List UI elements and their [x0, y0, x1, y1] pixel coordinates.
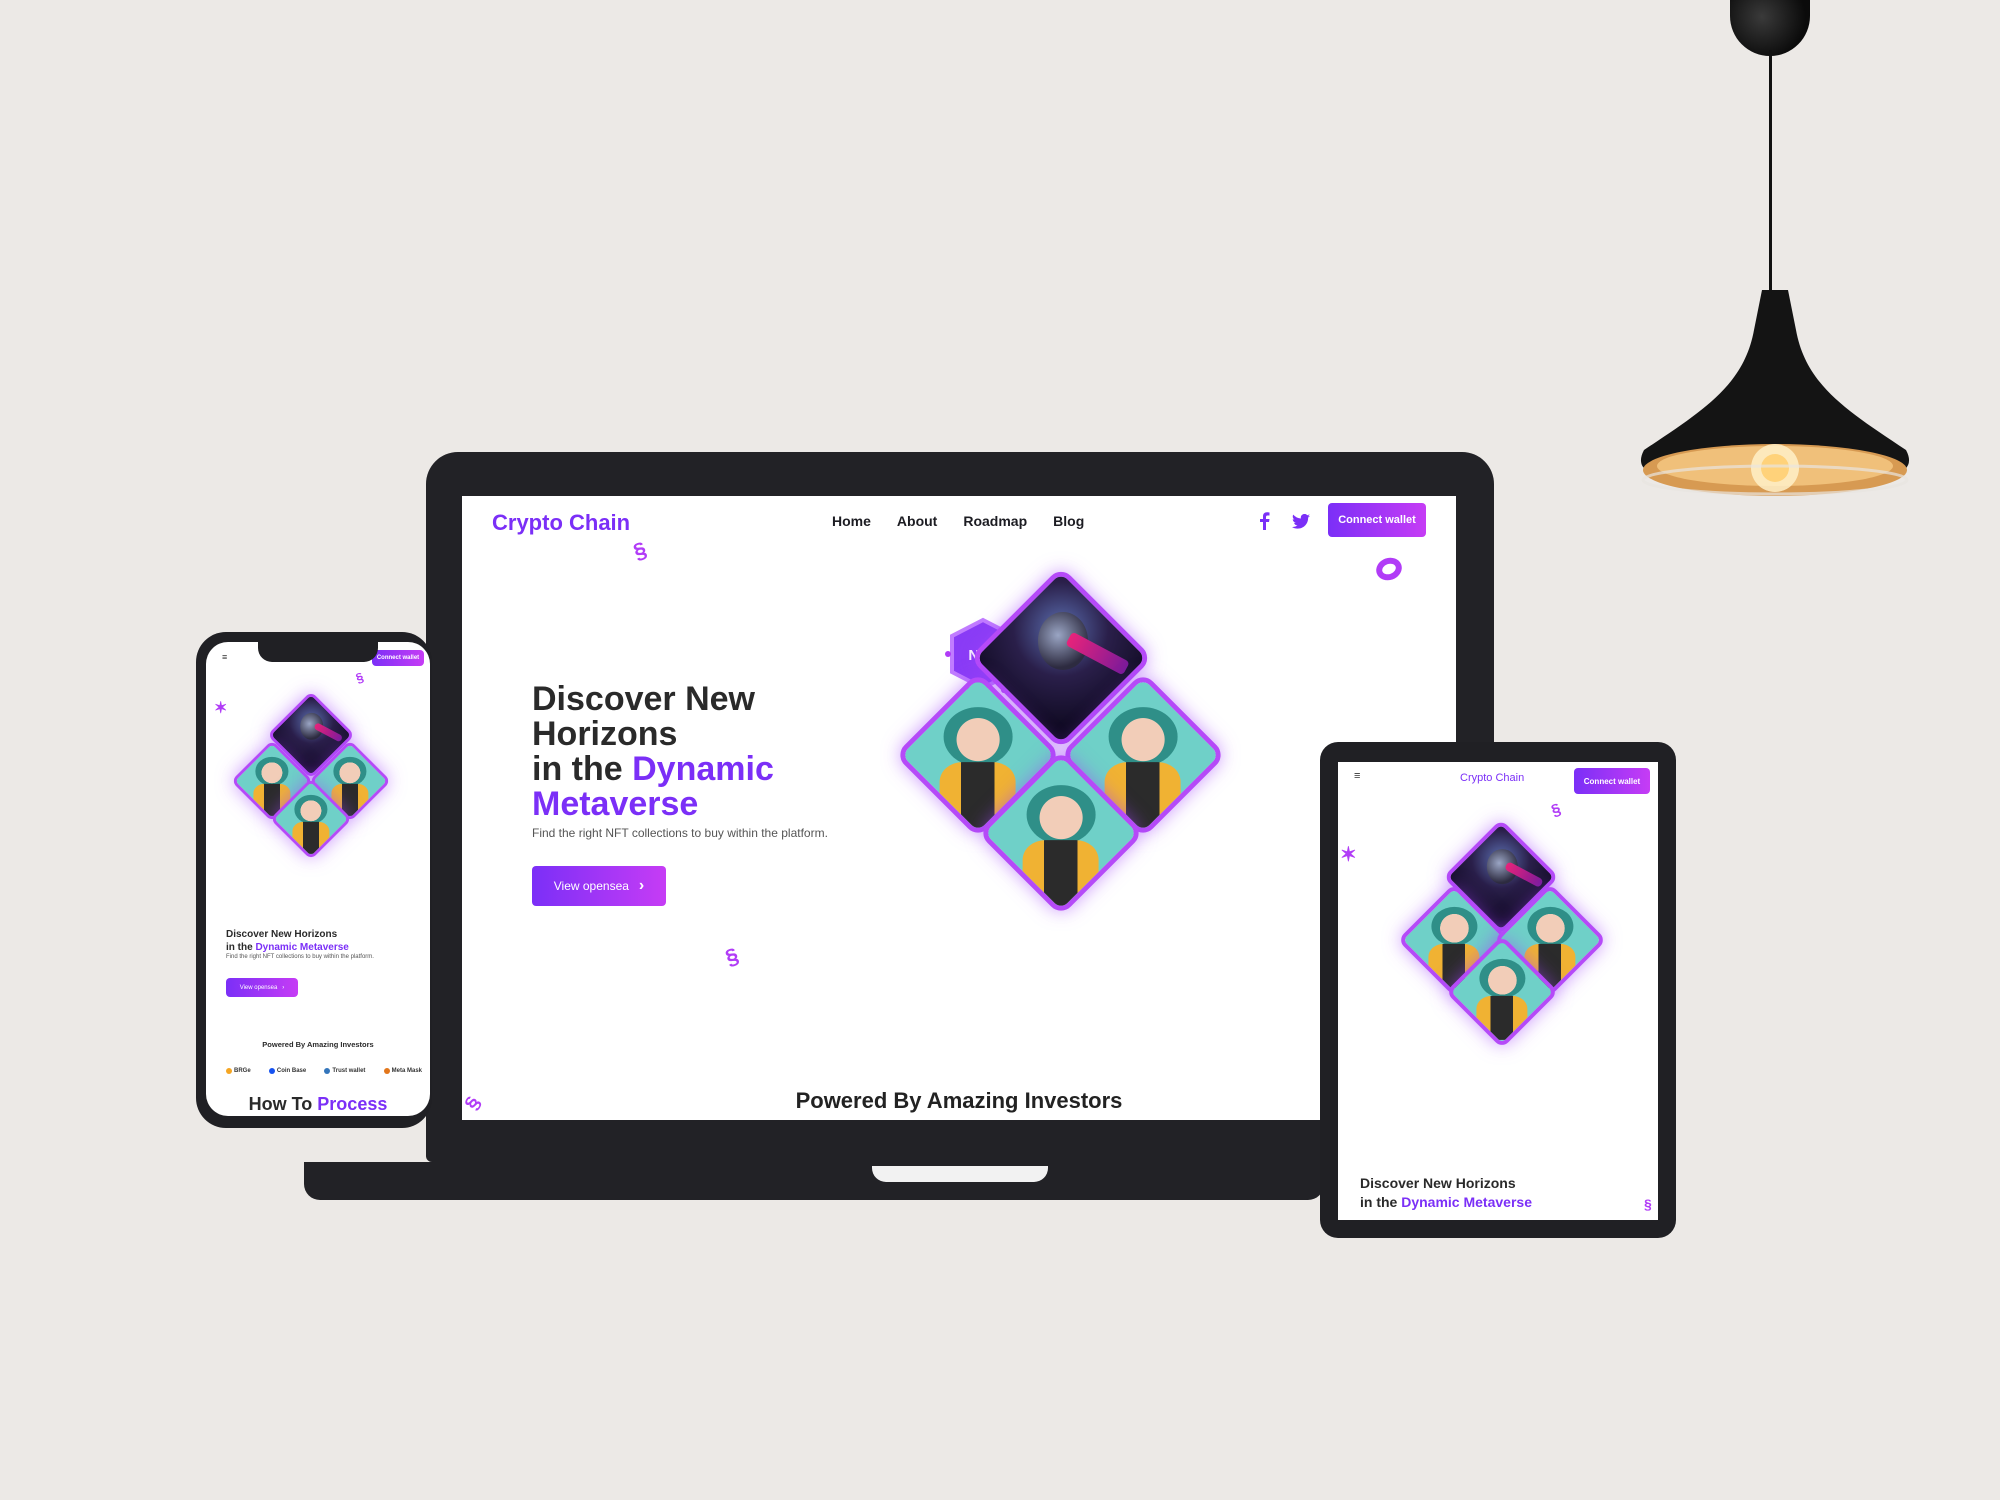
chevron-right-icon: › [282, 984, 285, 991]
investor-metamask: Meta Mask [383, 1068, 422, 1074]
decor-star: ✶ [1340, 844, 1357, 866]
tablet-screen: ≡ Crypto Chain Connect wallet § ✶ Discov… [1338, 762, 1658, 1220]
investor-logos: BRGe Coin Base Trust wallet Meta Mask [226, 1068, 422, 1074]
headline-line: Discover New [532, 680, 755, 718]
nav-home[interactable]: Home [832, 513, 871, 529]
decor-ring [1373, 554, 1405, 584]
headline-accent: Metaverse [299, 942, 349, 953]
investor-trust-wallet: Trust wallet [324, 1068, 365, 1074]
view-opensea-label: View opensea [553, 879, 629, 893]
twitter-icon[interactable] [1292, 514, 1310, 529]
brand-logo[interactable]: Crypto Chain [492, 510, 630, 536]
brand-logo[interactable]: Crypto Chain [1460, 772, 1524, 784]
hamburger-menu-icon[interactable]: ≡ [222, 652, 227, 662]
headline-line: in the [532, 750, 623, 788]
headline-accent: Dynamic [1401, 1194, 1460, 1210]
headline-line: Discover New Horizons [1360, 1175, 1516, 1191]
investor-coinbase: Coin Base [268, 1068, 306, 1074]
process-title-prefix: How To [248, 1094, 313, 1114]
headline-accent: Metaverse [532, 785, 699, 823]
headline-line: Horizons [532, 715, 678, 753]
connect-wallet-button[interactable]: Connect wallet [1328, 503, 1426, 537]
decor-star: ✶ [214, 700, 228, 717]
decor-spring: § [1549, 801, 1564, 821]
view-opensea-button[interactable]: View opensea › [226, 978, 298, 997]
view-opensea-label: View opensea [239, 984, 278, 991]
laptop-trackpad-notch [872, 1166, 1048, 1182]
main-nav: Home About Roadmap Blog [832, 513, 1084, 529]
lamp-cord [1769, 50, 1772, 300]
nav-roadmap[interactable]: Roadmap [963, 513, 1027, 529]
connect-wallet-button[interactable]: Connect wallet [1574, 768, 1650, 794]
headline-accent: Dynamic [632, 750, 774, 788]
lamp-mount [1730, 0, 1810, 56]
headline-accent: Dynamic [255, 942, 298, 953]
nav-blog[interactable]: Blog [1053, 513, 1084, 529]
headline-line: in the [1360, 1194, 1398, 1210]
decor-spring: § [721, 942, 742, 971]
decor-spring: § [353, 669, 366, 686]
investors-title: Powered By Amazing Investors [262, 1040, 374, 1049]
headline-line: in the [226, 942, 253, 953]
headline-accent: Metaverse [1463, 1194, 1532, 1210]
laptop-base [304, 1162, 1324, 1200]
laptop-screen: Crypto Chain Home About Roadmap Blog Con… [462, 496, 1456, 1120]
hamburger-menu-icon[interactable]: ≡ [1354, 770, 1360, 782]
connect-wallet-button[interactable]: Connect wallet [372, 650, 424, 666]
process-title: How To Process [206, 1094, 430, 1115]
facebook-icon[interactable] [1258, 512, 1270, 530]
pendant-lamp [1640, 290, 1910, 496]
headline-line: Discover New Horizons [226, 929, 338, 940]
hero-headline: Discover New Horizons in the Dynamic Met… [226, 928, 349, 954]
process-title-accent: Process [317, 1094, 388, 1114]
view-opensea-button[interactable]: View opensea › [532, 866, 666, 906]
hero-subtitle: Find the right NFT collections to buy wi… [532, 826, 828, 840]
investors-title: Powered By Amazing Investors [795, 1088, 1123, 1113]
hero-subtitle: Find the right NFT collections to buy wi… [226, 954, 374, 960]
hero-headline: Discover New Horizons in the Dynamic Met… [1360, 1174, 1532, 1212]
decor-spring: § [629, 536, 650, 565]
investor-brge: BRGe [226, 1068, 251, 1074]
decor-spring: § [1644, 1196, 1652, 1212]
phone-notch [258, 640, 378, 662]
nav-about[interactable]: About [897, 513, 937, 529]
hero-headline: Discover New Horizons in the Dynamic Met… [532, 682, 774, 822]
phone-screen: ≡ Connect wallet § ✶ Discover New Horizo… [206, 642, 430, 1116]
chevron-right-icon: › [638, 877, 645, 894]
